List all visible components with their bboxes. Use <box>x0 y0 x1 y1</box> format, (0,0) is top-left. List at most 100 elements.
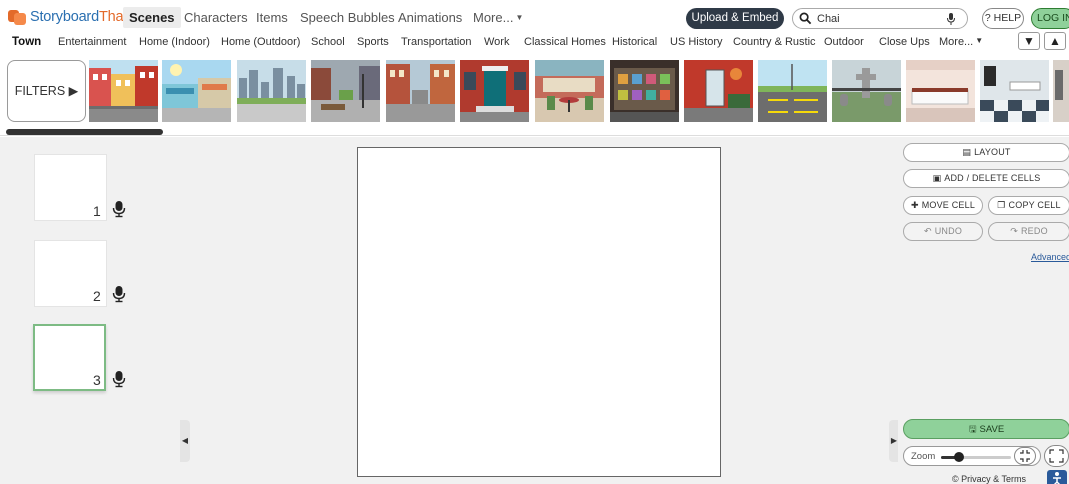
copy-cell-button[interactable]: ❐ COPY CELL <box>988 196 1069 215</box>
layout-icon: ▤ <box>962 147 972 157</box>
filters-button[interactable]: FILTERS ▶ <box>7 60 86 122</box>
redo-label: REDO <box>1020 226 1048 236</box>
move-cell-label: MOVE CELL <box>921 200 976 210</box>
category-transportation[interactable]: Transportation <box>401 36 472 48</box>
scene-thumbnail-cemetery[interactable] <box>832 60 901 122</box>
scene-thumbnail-partial[interactable] <box>1053 60 1069 122</box>
scene-thumbnail-shop-window[interactable] <box>610 60 679 122</box>
scene-thumbnail-brick-street[interactable] <box>386 60 455 122</box>
zoom-label: Zoom <box>911 451 936 462</box>
advanced-link[interactable]: Advanced <box>1031 252 1069 262</box>
save-label: SAVE <box>979 424 1005 435</box>
move-cell-button[interactable]: ✚ MOVE CELL <box>903 196 983 215</box>
redo-icon: ↷ <box>1010 226 1018 236</box>
storyboardthat-logo[interactable]: StoryboardThat <box>8 9 127 25</box>
divider <box>0 135 1069 136</box>
tab-speech-bubbles[interactable]: Speech Bubbles <box>300 10 395 25</box>
zoom-slider-track[interactable] <box>941 456 1011 459</box>
scene-thumbnail-city-skyline-plaza[interactable] <box>237 60 306 122</box>
microphone-icon[interactable] <box>112 200 126 218</box>
add-cells-icon: ▣ <box>932 173 942 183</box>
voice-search-icon[interactable] <box>946 12 956 26</box>
fit-screen-icon <box>1020 450 1030 462</box>
caret-down-icon: ▼ <box>515 13 524 22</box>
copy-icon: ❐ <box>997 200 1006 210</box>
top-navigation: StoryboardThat Scenes Characters Items S… <box>0 0 1069 34</box>
cell-number: 1 <box>93 203 101 219</box>
category-us-history[interactable]: US History <box>670 36 723 48</box>
move-arrows-icon: ✚ <box>910 200 919 210</box>
accessibility-icon <box>1053 472 1061 484</box>
accessibility-button[interactable] <box>1047 470 1067 484</box>
zoom-slider-handle[interactable] <box>953 452 964 462</box>
scene-thumbnail-cafe-patio[interactable] <box>535 60 604 122</box>
fullscreen-icon <box>1049 449 1064 463</box>
scene-thumbnail-town-row-houses[interactable] <box>89 60 158 122</box>
category-home-outdoor[interactable]: Home (Outdoor) <box>221 36 300 48</box>
scene-thumbnail-clinic-room[interactable] <box>980 60 1049 122</box>
tab-more[interactable]: More... ▼ <box>473 10 523 25</box>
scene-thumbnail-parking-lot[interactable] <box>758 60 827 122</box>
category-entertainment[interactable]: Entertainment <box>58 36 126 48</box>
collapse-left-panel-button[interactable]: ◀ <box>180 420 190 462</box>
undo-button[interactable]: ↶ UNDO <box>903 222 983 241</box>
scene-thumbnail-park-street[interactable] <box>311 60 380 122</box>
scene-thumbnail-town-storefronts[interactable] <box>162 60 231 122</box>
undo-icon: ↶ <box>923 226 932 236</box>
tab-characters[interactable]: Characters <box>184 10 248 25</box>
filters-label: FILTERS <box>14 84 66 98</box>
tab-animations[interactable]: Animations <box>398 10 462 25</box>
fit-to-screen-button[interactable] <box>1014 447 1036 465</box>
help-button[interactable]: ? HELP <box>982 8 1024 29</box>
category-town[interactable]: Town <box>12 36 41 48</box>
scroll-down-button[interactable]: ▼ <box>1018 32 1040 50</box>
category-outdoor[interactable]: Outdoor <box>824 36 864 48</box>
category-close-ups[interactable]: Close Ups <box>879 36 930 48</box>
search-input[interactable] <box>817 12 937 26</box>
category-classical-homes[interactable]: Classical Homes <box>524 36 606 48</box>
category-more-label: More... <box>939 36 974 48</box>
add-delete-cells-button[interactable]: ▣ ADD / DELETE CELLS <box>903 169 1069 188</box>
microphone-icon[interactable] <box>112 285 126 303</box>
category-more[interactable]: More... ▼ <box>939 36 983 48</box>
play-triangle-icon: ▶ <box>68 84 79 98</box>
microphone-icon[interactable] <box>112 370 126 388</box>
triangle-up-icon: ▲ <box>1049 34 1061 48</box>
scene-thumbnail-townhouse-door[interactable] <box>460 60 529 122</box>
undo-label: UNDO <box>934 226 963 236</box>
fullscreen-button[interactable] <box>1044 445 1069 467</box>
redo-button[interactable]: ↷ REDO <box>988 222 1069 241</box>
layout-button[interactable]: ▤ LAYOUT <box>903 143 1069 162</box>
triangle-left-icon: ◀ <box>181 436 189 445</box>
category-sports[interactable]: Sports <box>357 36 389 48</box>
search-box <box>792 8 968 29</box>
category-historical[interactable]: Historical <box>612 36 657 48</box>
tab-more-label: More... <box>473 10 514 25</box>
caret-down-icon: ▼ <box>975 36 984 45</box>
storyboard-canvas[interactable] <box>357 147 721 477</box>
help-question-icon: ? <box>984 12 991 24</box>
triangle-right-icon: ▶ <box>890 436 898 445</box>
category-home-indoor[interactable]: Home (Indoor) <box>139 36 210 48</box>
scene-thumbnail-alley-door[interactable] <box>684 60 753 122</box>
logo-text-part1: Storyboard <box>30 9 99 25</box>
scene-category-bar: Town Entertainment Home (Indoor) Home (O… <box>0 32 1069 54</box>
privacy-terms-link[interactable]: © Privacy & Terms <box>952 474 1026 484</box>
login-button[interactable]: LOG IN <box>1031 8 1069 29</box>
help-label: HELP <box>993 12 1022 24</box>
add-delete-label: ADD / DELETE CELLS <box>944 173 1041 183</box>
cell-number: 3 <box>93 372 101 388</box>
tab-scenes[interactable]: Scenes <box>123 7 181 28</box>
scene-thumbnail-store-counter[interactable] <box>906 60 975 122</box>
search-icon[interactable] <box>799 12 812 25</box>
tab-items[interactable]: Items <box>256 10 288 25</box>
category-country-rustic[interactable]: Country & Rustic <box>733 36 816 48</box>
layout-label: LAYOUT <box>974 147 1011 157</box>
upload-embed-button[interactable]: Upload & Embed <box>686 8 784 29</box>
save-button[interactable]: 🖫 SAVE <box>903 419 1069 439</box>
triangle-down-icon: ▼ <box>1023 34 1035 48</box>
category-work[interactable]: Work <box>484 36 509 48</box>
category-school[interactable]: School <box>311 36 345 48</box>
scroll-up-button[interactable]: ▲ <box>1044 32 1066 50</box>
logo-icon <box>8 9 26 25</box>
